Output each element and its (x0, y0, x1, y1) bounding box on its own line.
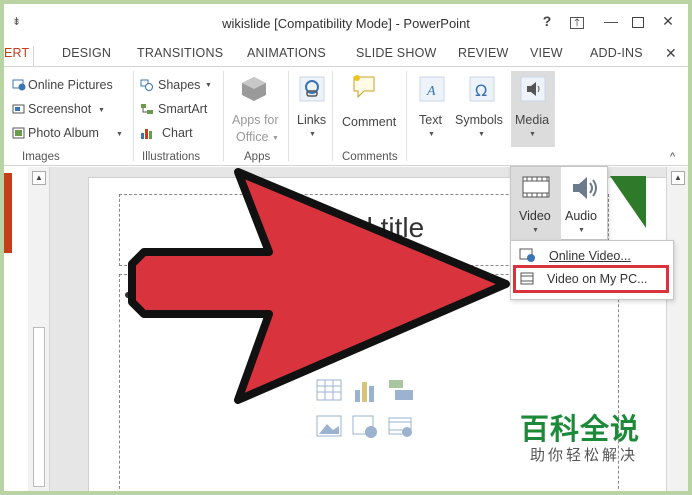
tab-animations[interactable]: ANIMATIONS (247, 46, 326, 60)
group-divider (406, 71, 407, 161)
close-document-button[interactable]: ✕ (665, 45, 677, 62)
apps-for-office-button[interactable]: Apps for (232, 113, 279, 127)
red-pointer-arrow (128, 168, 510, 404)
chevron-down-icon: ▼ (428, 131, 435, 138)
watermark-subtitle: 助你轻松解决 (530, 447, 639, 464)
chevron-down-icon: ▼ (578, 227, 585, 234)
help-button[interactable]: ? (538, 13, 556, 29)
close-button[interactable]: ✕ (659, 13, 677, 30)
links-icon (299, 76, 325, 102)
smartart-icon (141, 104, 153, 114)
scrollbar-thumb[interactable] (33, 327, 45, 487)
chevron-down-icon: ▼ (205, 82, 212, 89)
photo-album-button[interactable]: Photo Album (28, 126, 99, 140)
tab-design[interactable]: DESIGN (62, 46, 111, 60)
slide-design-accent (610, 176, 646, 228)
window-title: wikislide [Compatibility Mode] - PowerPo… (222, 16, 470, 31)
symbols-button[interactable]: Symbols (455, 113, 503, 127)
slide-scrollbar[interactable]: ▲ (666, 167, 688, 491)
tab-insert[interactable]: ERT (4, 46, 35, 68)
chevron-down-icon: ▼ (116, 131, 123, 138)
speaker-icon (520, 76, 546, 102)
shapes-button[interactable]: Shapes (158, 78, 200, 92)
watermark-title: 百科全说 (520, 414, 641, 446)
apps-for-office-button-line2: Office (236, 130, 269, 144)
chevron-down-icon: ▼ (478, 131, 485, 138)
thumbnail-scrollbar[interactable]: ▲ (28, 167, 50, 491)
online-pictures-icon (12, 79, 26, 91)
tab-transitions[interactable]: TRANSITIONS (137, 46, 223, 60)
smartart-button[interactable]: SmartArt (158, 102, 207, 116)
title-bar: ⇟ wikislide [Compatibility Mode] - Power… (4, 4, 688, 40)
ribbon-display-options-button[interactable]: ⤒ (570, 16, 584, 29)
video-on-my-pc-menu-item[interactable]: Video on My PC... (513, 265, 669, 293)
chevron-down-icon: ▼ (309, 131, 316, 138)
chevron-down-icon: ▼ (532, 227, 539, 234)
group-label-images: Images (22, 151, 60, 163)
audio-speaker-icon (573, 177, 597, 199)
audio-button[interactable]: Audio (565, 209, 597, 223)
tab-add-ins[interactable]: ADD-INS (590, 46, 643, 60)
selected-slide-thumbnail[interactable] (4, 173, 12, 253)
text-button[interactable]: Text (419, 113, 442, 127)
chart-button[interactable]: Chart (162, 126, 193, 140)
tab-slide-show[interactable]: SLIDE SHOW (356, 46, 437, 60)
group-divider (223, 71, 224, 161)
scroll-up-arrow-icon[interactable]: ▲ (32, 171, 46, 185)
powerpoint-window: ⇟ wikislide [Compatibility Mode] - Power… (4, 4, 688, 491)
chevron-down-icon: ▼ (272, 135, 279, 142)
comment-icon (353, 75, 375, 99)
tab-view[interactable]: VIEW (530, 46, 563, 60)
media-label: Media (515, 113, 550, 127)
video-submenu: Online Video... Video on My PC... (510, 240, 674, 300)
online-pictures-button[interactable]: Online Pictures (28, 78, 113, 92)
group-divider (332, 71, 333, 161)
symbols-icon: Ω (469, 76, 495, 102)
chevron-down-icon: ▼ (529, 131, 536, 138)
apps-for-office-icon (242, 77, 266, 101)
video-on-my-pc-label: Video on My PC... (547, 272, 648, 286)
screenshot-icon (12, 104, 25, 114)
media-button[interactable]: Media ▼ (511, 71, 555, 147)
thumbnail-pane[interactable] (4, 167, 28, 491)
scroll-up-arrow-icon[interactable]: ▲ (671, 171, 685, 185)
svg-text:Ω: Ω (475, 81, 487, 100)
online-video-menu-item[interactable]: Online Video... (549, 249, 631, 263)
minimize-button[interactable]: — (602, 13, 620, 29)
comment-button[interactable]: Comment (342, 115, 396, 129)
ribbon-tabs: ERT DESIGN TRANSITIONS ANIMATIONS SLIDE … (4, 40, 688, 68)
photo-album-icon (12, 127, 25, 139)
group-divider (133, 71, 134, 161)
text-box-icon: A (419, 76, 445, 102)
chart-icon (141, 129, 152, 139)
screenshot-button[interactable]: Screenshot (28, 102, 91, 116)
tab-review[interactable]: REVIEW (458, 46, 509, 60)
collapse-ribbon-button[interactable]: ^ (670, 151, 675, 163)
maximize-button[interactable] (632, 17, 644, 28)
watermark-logo: 百科全说 助你轻松解决 (514, 402, 664, 472)
media-dropdown: Video ▼ Audio ▼ (510, 166, 608, 241)
ribbon: Online Pictures Screenshot ▼ Photo Album… (4, 66, 688, 166)
shapes-icon (140, 79, 153, 91)
svg-text:A: A (426, 84, 436, 99)
film-strip-icon (522, 176, 550, 198)
links-button[interactable]: Links (297, 113, 326, 127)
group-divider (288, 71, 289, 161)
chevron-down-icon: ▼ (98, 107, 105, 114)
